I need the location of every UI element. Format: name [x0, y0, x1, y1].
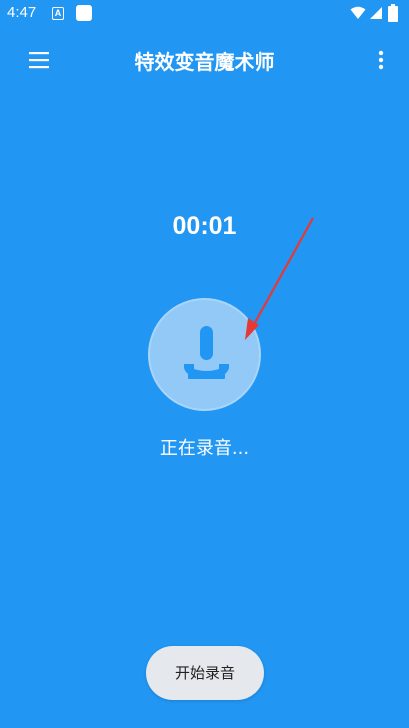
recording-timer: 00:01: [172, 212, 237, 240]
recording-status-text: 正在录音...: [159, 438, 250, 459]
status-bar: 4:47 A: [0, 0, 409, 28]
signal-icon: [370, 7, 382, 19]
notification-a-icon: A: [52, 7, 64, 20]
app-bar: 特效变音魔术师: [0, 28, 409, 92]
record-mic-button[interactable]: [148, 298, 261, 411]
more-vert-icon[interactable]: [372, 49, 390, 71]
notification-app-icon: [76, 5, 92, 21]
battery-icon: [388, 4, 398, 22]
status-time: 4:47: [7, 4, 37, 21]
microphone-icon: [184, 326, 229, 379]
wifi-icon: [350, 6, 366, 19]
app-title: 特效变音魔术师: [134, 50, 275, 74]
start-recording-button[interactable]: 开始录音: [146, 646, 264, 700]
